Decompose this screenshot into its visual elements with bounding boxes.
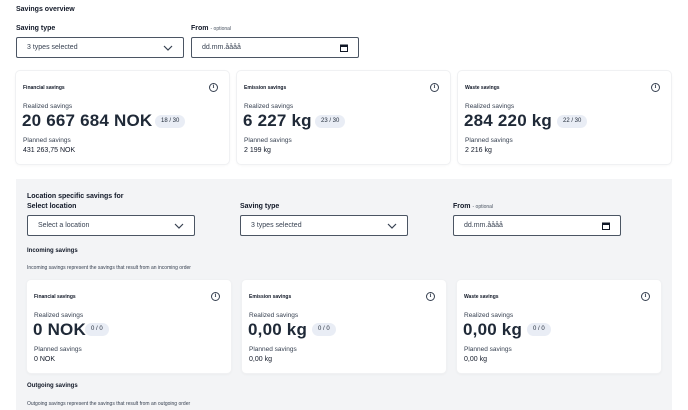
planned-label: Planned savings	[464, 346, 512, 353]
savings-count-badge: 0 / 0	[85, 323, 109, 336]
planned-label: Planned savings	[244, 137, 292, 144]
info-icon[interactable]: i	[651, 83, 660, 92]
savings-count-badge: 0 / 0	[312, 323, 336, 336]
calendar-icon[interactable]	[340, 44, 348, 52]
location-select-placeholder: Select a location	[38, 222, 90, 229]
from-date-input[interactable]: dd.mm.åååå	[191, 37, 359, 58]
planned-value: 2 216 kg	[465, 147, 492, 154]
info-icon[interactable]: i	[211, 292, 220, 301]
saving-type-value: 3 types selected	[27, 44, 78, 51]
realized-label: Realized savings	[244, 103, 294, 110]
saving-type-label: Saving type	[16, 25, 56, 32]
realized-label: Realized savings	[249, 312, 299, 319]
realized-value: 6 227 kg	[243, 111, 312, 130]
from-label: From - optional	[191, 25, 232, 32]
planned-label: Planned savings	[34, 346, 82, 353]
savings-count-badge: 22 / 30	[557, 115, 588, 128]
card-title: Financial savings	[23, 85, 65, 91]
saving-type-select[interactable]: 3 types selected	[16, 37, 184, 58]
chevron-down-icon	[163, 45, 173, 51]
planned-value: 431 263,75 NOK	[23, 147, 76, 154]
savings-count-badge: 23 / 30	[315, 115, 346, 128]
incoming-savings-heading: Incoming savings	[27, 248, 78, 254]
savings-count-badge: 0 / 0	[527, 323, 551, 336]
location-saving-type-label: Saving type	[240, 203, 280, 210]
planned-label: Planned savings	[465, 137, 513, 144]
incoming-waste-savings-card: Waste savings i Realized savings 0,00 kg…	[457, 280, 661, 373]
chevron-down-icon	[174, 223, 184, 229]
planned-label: Planned savings	[249, 346, 297, 353]
planned-value: 0 NOK	[34, 356, 56, 363]
incoming-savings-description: Incoming savings represent the savings t…	[27, 265, 191, 271]
waste-savings-card: Waste savings i Realized savings 284 220…	[458, 71, 671, 164]
page-title: Savings overview	[16, 6, 75, 13]
realized-label: Realized savings	[34, 312, 84, 319]
info-icon[interactable]: i	[641, 292, 650, 301]
select-location-label: Select location	[27, 203, 77, 210]
financial-savings-card: Financial savings i Realized savings 20 …	[16, 71, 229, 164]
planned-value: 0,00 kg	[249, 356, 272, 363]
realized-value: 0 NOK	[33, 320, 86, 339]
planned-value: 0,00 kg	[464, 356, 487, 363]
card-title: Emission savings	[249, 294, 292, 300]
info-icon[interactable]: i	[430, 83, 439, 92]
location-saving-type-value: 3 types selected	[251, 222, 302, 229]
realized-label: Realized savings	[464, 312, 514, 319]
location-savings-section: Location specific savings for Select loc…	[16, 179, 672, 410]
outgoing-savings-description: Outgoing savings represent the savings t…	[27, 401, 191, 407]
info-icon[interactable]: i	[209, 83, 218, 92]
location-saving-type-select[interactable]: 3 types selected	[240, 215, 408, 236]
realized-value: 284 220 kg	[464, 111, 553, 130]
card-title: Financial savings	[34, 294, 76, 300]
card-title: Waste savings	[464, 294, 499, 300]
emission-savings-card: Emission savings i Realized savings 6 22…	[237, 71, 450, 164]
incoming-emission-savings-card: Emission savings i Realized savings 0,00…	[242, 280, 446, 373]
from-date-placeholder: dd.mm.åååå	[202, 44, 241, 51]
location-from-date-placeholder: dd.mm.åååå	[464, 222, 503, 229]
savings-count-badge: 18 / 30	[155, 115, 186, 128]
from-optional-text: - optional	[210, 26, 232, 32]
realized-value: 0,00 kg	[248, 320, 308, 339]
location-select[interactable]: Select a location	[27, 215, 195, 236]
calendar-icon[interactable]	[602, 222, 610, 230]
card-title: Emission savings	[244, 85, 287, 91]
info-icon[interactable]: i	[426, 292, 435, 301]
location-from-label: From - optional	[453, 203, 494, 210]
realized-value: 20 667 684 NOK	[22, 111, 153, 130]
outgoing-savings-heading: Outgoing savings	[27, 383, 78, 389]
location-from-date-input[interactable]: dd.mm.åååå	[453, 215, 621, 236]
realized-label: Realized savings	[23, 103, 73, 110]
planned-label: Planned savings	[23, 137, 71, 144]
location-section-heading: Location specific savings for	[27, 193, 124, 200]
planned-value: 2 199 kg	[244, 147, 271, 154]
from-optional-text: - optional	[472, 204, 494, 210]
realized-label: Realized savings	[465, 103, 515, 110]
card-title: Waste savings	[465, 85, 500, 91]
incoming-financial-savings-card: Financial savings i Realized savings 0 N…	[27, 280, 231, 373]
realized-value: 0,00 kg	[463, 320, 523, 339]
chevron-down-icon	[387, 223, 397, 229]
